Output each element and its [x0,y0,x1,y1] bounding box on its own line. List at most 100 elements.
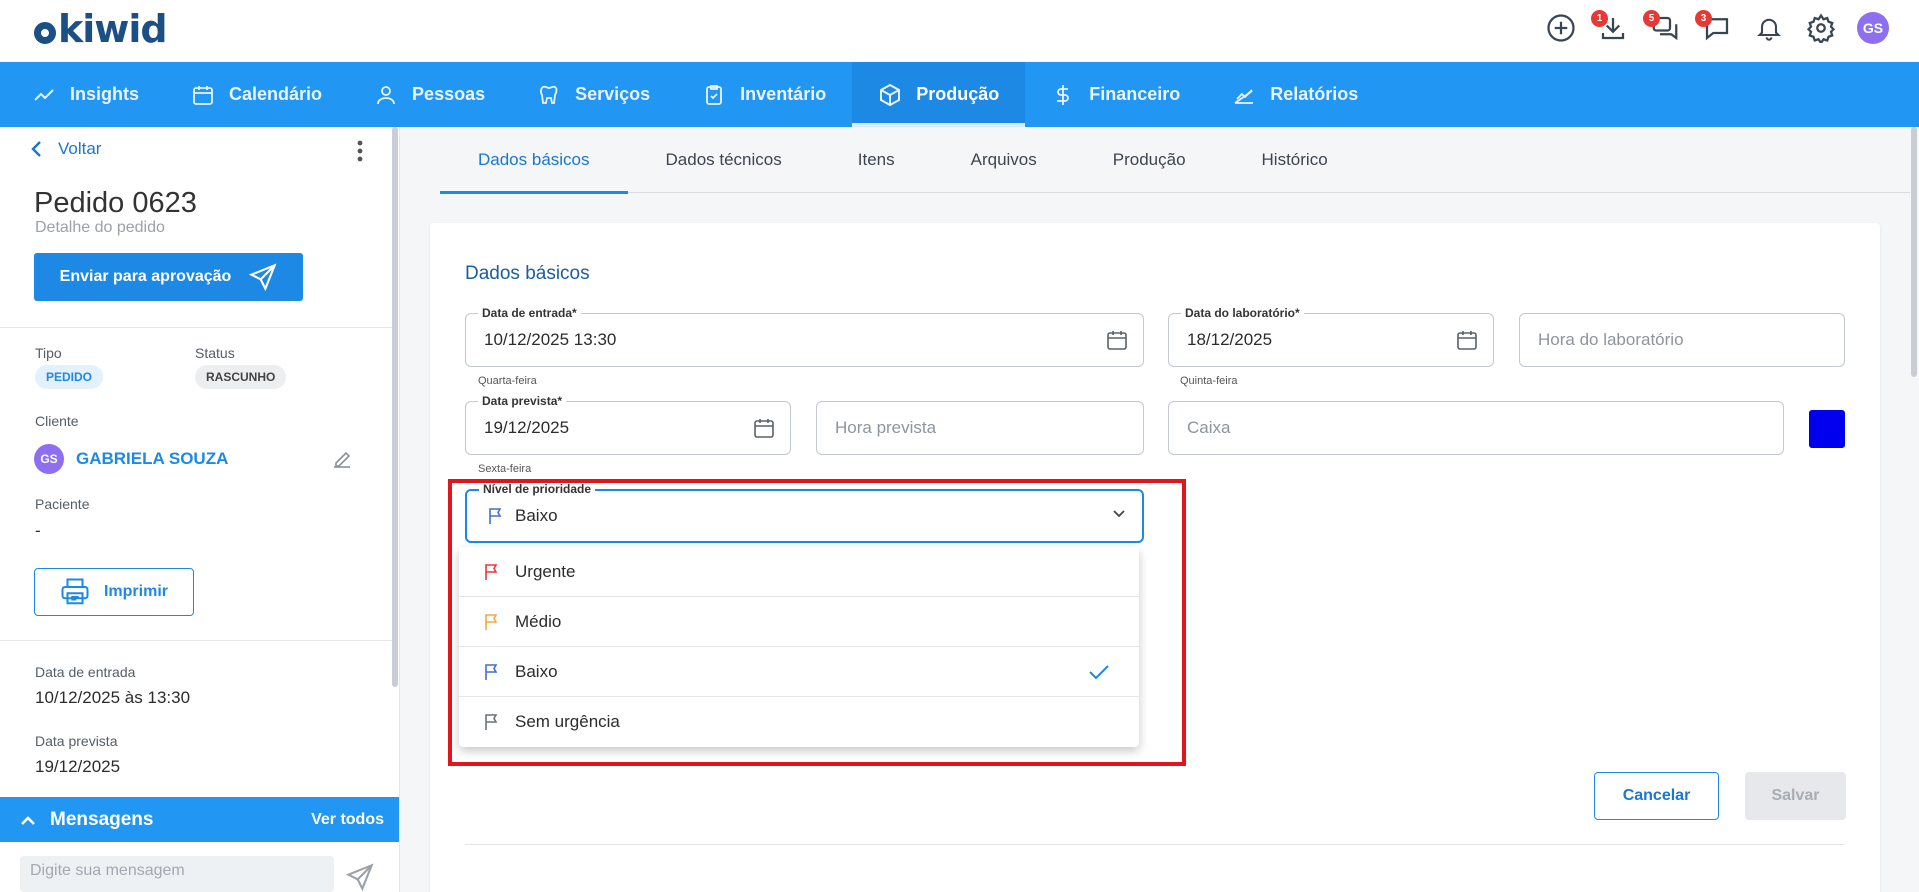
bell-icon[interactable] [1753,12,1785,44]
avatar: GS [34,444,64,474]
send-for-approval-button[interactable]: Enviar para aprovação [34,253,303,301]
option-label: Urgente [515,561,576,581]
chevron-down-icon[interactable] [1112,509,1126,519]
add-icon[interactable] [1545,12,1577,44]
flag-icon [485,663,498,680]
chevron-up-icon[interactable] [20,814,36,826]
nav-item-label: Insights [70,84,140,104]
pencil-icon[interactable] [330,447,354,471]
chevron-left-icon [31,141,41,157]
top-icons: 1 5 3 GS [1545,10,1889,46]
nav-item-label: Produção [916,84,1000,104]
calendar-icon [193,85,213,105]
flag-icon [487,507,505,525]
due-date-label: Data prevista* [478,394,567,408]
due-date-field[interactable]: Data prevista* 19/12/2025 [465,394,791,455]
order-title: Pedido 0623 [34,187,197,219]
entrada-label: Data de entrada [35,664,136,680]
tab-itens[interactable]: Itens [820,127,933,193]
logo-text: kiwid [58,7,168,51]
due-time-field[interactable]: Hora prevista [816,401,1144,455]
nav-item-producao[interactable]: Produção [852,62,1026,127]
paciente-value: - [35,521,41,540]
box-placeholder: Caixa [1187,418,1231,437]
send-message-icon[interactable] [346,863,374,891]
messages-header[interactable]: Mensagens Ver todos [0,797,399,842]
app-logo[interactable]: kiwid [34,7,168,51]
prevista-value: 19/12/2025 [35,757,121,776]
client-name[interactable]: GABRIELA SOUZA [76,449,228,469]
calendar-icon[interactable] [1455,328,1479,352]
prevista-label: Data prevista [35,733,118,749]
priority-value: Baixo [515,506,558,525]
entry-date-field[interactable]: Data de entrada* 10/12/2025 13:30 [465,306,1144,367]
flag-icon [485,613,498,630]
requests-icon[interactable]: 5 [1643,10,1681,44]
lab-date-value: 18/12/2025 [1187,330,1273,349]
chat-icon[interactable]: 3 [1695,10,1733,44]
priority-select[interactable]: Nível de prioridade Baixo [465,482,1144,543]
user-avatar[interactable]: GS [1857,12,1889,44]
status-label: Status [195,345,235,361]
tab-historico[interactable]: Histórico [1224,127,1366,193]
tab-producao[interactable]: Produção [1075,127,1224,193]
download-icon[interactable]: 1 [1591,10,1629,44]
due-date-value: 19/12/2025 [484,418,570,437]
status-badge: RASCUNHO [195,365,287,389]
divider [0,640,392,641]
cancel-button[interactable]: Cancelar [1594,772,1719,820]
nav-item-pessoas[interactable]: Pessoas [348,62,511,127]
nav-item-financeiro[interactable]: Financeiro [1025,62,1206,127]
nav-item-label: Pessoas [412,84,486,104]
save-button[interactable]: Salvar [1745,772,1846,820]
order-subtitle: Detalhe do pedido [35,219,165,236]
priority-option-baixo[interactable]: Baixo [459,647,1139,697]
trend-icon [34,88,54,101]
lab-date-field[interactable]: Data do laboratório* 18/12/2025 [1168,306,1494,367]
divider [0,327,392,328]
nav-item-label: Relatórios [1270,84,1359,104]
priority-option-urgente[interactable]: Urgente [459,547,1139,597]
tab-arquivos[interactable]: Arquivos [933,127,1075,193]
lab-date-label: Data do laboratório* [1181,306,1304,320]
tooth-icon [540,85,558,104]
priority-label: Nível de prioridade [479,482,596,496]
tab-dados-tecnicos[interactable]: Dados técnicos [628,127,820,193]
see-all-link[interactable]: Ver todos [311,811,384,829]
option-label: Sem urgência [515,712,620,731]
main-scrollbar[interactable] [1911,127,1917,377]
nav-item-insights[interactable]: Insights [6,62,165,127]
calendar-icon[interactable] [1105,328,1129,352]
print-button[interactable]: Imprimir [34,568,194,616]
tab-dados-basicos[interactable]: Dados básicos [440,127,628,194]
flag-icon [485,714,498,730]
client-row[interactable]: GS GABRIELA SOUZA [34,444,228,474]
divider [465,844,1845,845]
top-bar: kiwid 1 5 3 GS [0,0,1919,62]
sidebar-scrollbar[interactable] [392,127,398,687]
color-picker[interactable] [1809,410,1845,448]
nav-item-relatorios[interactable]: Relatórios [1206,62,1384,127]
printer-icon [61,578,89,605]
cliente-label: Cliente [35,413,79,429]
check-icon [1087,660,1111,684]
gear-icon[interactable] [1805,12,1837,44]
main-content: Dados básicos Dados técnicos Itens Arqui… [400,127,1919,892]
nav-item-label: Inventário [740,84,827,104]
calendar-icon[interactable] [752,416,776,440]
chat-badge: 3 [1695,10,1712,27]
downloads-badge: 1 [1591,10,1608,27]
entry-date-weekday: Quarta-feira [478,375,537,387]
back-link[interactable]: Voltar [30,139,101,159]
box-field[interactable]: Caixa [1168,401,1784,455]
requests-badge: 5 [1643,10,1660,27]
nav-item-servicos[interactable]: Serviços [511,62,676,127]
priority-option-sem-urgencia[interactable]: Sem urgência [459,697,1139,747]
more-options-icon[interactable] [356,139,364,163]
lab-time-field[interactable]: Hora do laboratório [1519,313,1845,367]
lab-date-weekday: Quinta-feira [1180,375,1238,387]
nav-item-inventario[interactable]: Inventário [676,62,852,127]
message-input[interactable]: Digite sua mensagem [20,856,334,892]
nav-item-calendario[interactable]: Calendário [165,62,348,127]
priority-option-medio[interactable]: Médio [459,597,1139,647]
